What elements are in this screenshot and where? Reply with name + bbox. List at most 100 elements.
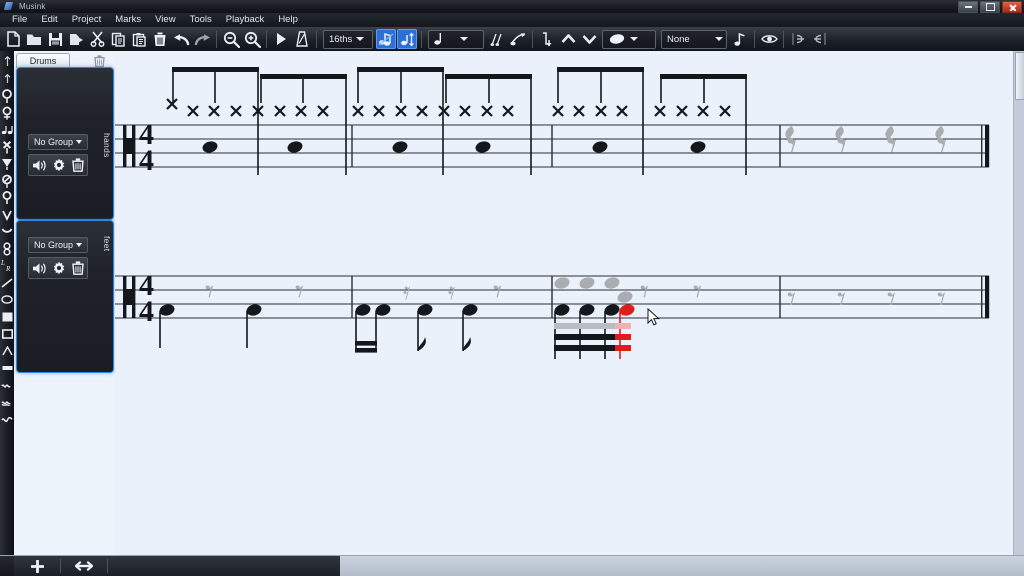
bass-notehead[interactable] — [286, 140, 304, 155]
ghost-rest[interactable]: 𝄾 — [205, 274, 214, 311]
bass-notehead[interactable] — [689, 140, 707, 155]
bass-notehead[interactable] — [474, 140, 492, 155]
trash-icon[interactable] — [72, 261, 84, 275]
paste-icon[interactable] — [129, 29, 149, 49]
delete-icon[interactable] — [150, 29, 170, 49]
stem-down-icon[interactable] — [537, 29, 557, 49]
vertical-scrollbar[interactable] — [1013, 51, 1024, 556]
menu-tools[interactable]: Tools — [183, 13, 219, 27]
notehead-triangle-down-icon[interactable] — [0, 155, 14, 172]
wave-1-icon[interactable] — [0, 376, 14, 393]
ghost-rest[interactable]: 𝄾 — [937, 281, 946, 318]
bass-notehead[interactable] — [603, 303, 621, 318]
bass-notehead[interactable] — [553, 303, 571, 318]
notehead-select[interactable] — [602, 29, 656, 49]
bass-notehead[interactable] — [391, 140, 409, 155]
trash-icon[interactable] — [72, 158, 84, 172]
tie-start-icon[interactable] — [788, 29, 808, 49]
gear-icon[interactable] — [52, 261, 66, 275]
new-file-icon[interactable] — [3, 29, 23, 49]
tie-end-icon[interactable] — [809, 29, 829, 49]
ghost-rest[interactable]: 𝄿 — [448, 279, 455, 305]
ghost-notehead[interactable] — [553, 276, 571, 291]
tilde-icon[interactable] — [0, 410, 14, 427]
zoom-in-icon[interactable] — [242, 29, 262, 49]
ghost-rest[interactable]: 𝄾 — [295, 274, 304, 311]
ghost-notehead[interactable] — [603, 276, 621, 291]
menu-playback[interactable]: Playback — [219, 13, 272, 27]
menu-view[interactable]: View — [148, 13, 182, 27]
ghost-rests-m4[interactable] — [785, 126, 945, 148]
thick-bar-icon[interactable] — [0, 359, 14, 376]
snap-to-grid-toggle[interactable] — [376, 29, 396, 49]
open-rect-icon[interactable] — [0, 325, 14, 342]
redo-icon[interactable] — [192, 29, 212, 49]
notehead-arc-icon[interactable] — [0, 223, 14, 240]
ghost-rest-glyphs-1[interactable]: 𝄾 𝄾 𝄾 𝄾 — [787, 126, 947, 168]
metronome-icon[interactable] — [292, 29, 312, 49]
save-icon[interactable] — [45, 29, 65, 49]
flam-icon[interactable] — [0, 121, 14, 138]
menu-help[interactable]: Help — [271, 13, 305, 27]
cut-icon[interactable] — [87, 29, 107, 49]
ghost-notehead[interactable] — [616, 290, 634, 305]
notehead-chevron-icon[interactable] — [0, 206, 14, 223]
speaker-icon[interactable] — [32, 159, 47, 172]
selection-icon[interactable] — [0, 53, 14, 70]
zoom-out-icon[interactable] — [221, 29, 241, 49]
ghost-rest[interactable]: 𝄾 — [493, 274, 502, 311]
ellipse-icon[interactable] — [0, 291, 14, 308]
note-duration-select[interactable] — [428, 29, 484, 49]
gear-icon[interactable] — [52, 158, 66, 172]
resize-horizontal-icon[interactable] — [61, 556, 107, 576]
ghost-rest[interactable]: 𝄾 — [787, 281, 796, 318]
speaker-icon[interactable] — [32, 262, 47, 275]
bass-notehead[interactable] — [461, 303, 479, 318]
undo-icon[interactable] — [171, 29, 191, 49]
diagonal-line-icon[interactable] — [0, 274, 14, 291]
tent-icon[interactable] — [0, 342, 14, 359]
maximize-button[interactable] — [980, 1, 1000, 13]
notehead-x-icon[interactable] — [0, 138, 14, 155]
bass-notehead[interactable] — [158, 303, 176, 318]
open-folder-icon[interactable] — [24, 29, 44, 49]
ghost-rest[interactable]: 𝄾 — [693, 274, 702, 311]
group-select-feet[interactable]: No Group — [28, 237, 88, 253]
bass-notehead[interactable] — [416, 303, 434, 318]
track-tab-drums[interactable]: Drums — [16, 53, 70, 68]
arrow-up-icon[interactable] — [0, 70, 14, 87]
copy-icon[interactable] — [108, 29, 128, 49]
add-track-icon[interactable] — [76, 54, 89, 67]
track-panel-feet[interactable]: No Group feet — [16, 220, 114, 373]
stem-auto-icon[interactable] — [579, 29, 599, 49]
visibility-eye-icon[interactable] — [759, 29, 779, 49]
score-canvas[interactable]: 4 4 𝄾 𝄾 𝄾 𝄾 4 4 𝄾 𝄾 𝄿 𝄿 𝄾 𝄾 𝄾 𝄾 𝄾 𝄾 𝄾 — [115, 51, 1014, 556]
menu-marks[interactable]: Marks — [108, 13, 148, 27]
selected-notehead[interactable] — [618, 303, 636, 318]
bass-notehead[interactable] — [591, 140, 609, 155]
grid-resolution-select[interactable]: 16ths — [323, 29, 373, 49]
dynamics-select[interactable]: None — [661, 29, 727, 49]
lr-sticking-icon[interactable]: LR — [0, 257, 14, 274]
tuplet-icon[interactable] — [730, 29, 750, 49]
delete-track-icon[interactable] — [94, 54, 105, 67]
bass-notehead[interactable] — [245, 303, 263, 318]
group-select-hands[interactable]: No Group — [28, 134, 88, 150]
scrollbar-thumb[interactable] — [1015, 52, 1024, 100]
notehead-circle-stem-icon[interactable] — [0, 189, 14, 206]
notehead-cross-circle-icon[interactable] — [0, 104, 14, 121]
ghost-rest[interactable]: 𝄾 — [837, 281, 846, 318]
bass-notehead[interactable] — [374, 303, 392, 318]
menu-project[interactable]: Project — [65, 13, 109, 27]
minimize-button[interactable] — [958, 1, 978, 13]
notehead-chain-icon[interactable] — [0, 240, 14, 257]
menu-file[interactable]: File — [5, 13, 34, 27]
move-vertical-toggle[interactable] — [397, 29, 417, 49]
grace-notes-icon[interactable] — [487, 29, 507, 49]
menu-edit[interactable]: Edit — [34, 13, 64, 27]
articulation-icon[interactable] — [508, 29, 528, 49]
bass-notehead[interactable] — [578, 303, 596, 318]
bass-notehead[interactable] — [354, 303, 372, 318]
close-button[interactable] — [1002, 1, 1022, 13]
ghost-rest[interactable]: 𝄾 — [887, 281, 896, 318]
